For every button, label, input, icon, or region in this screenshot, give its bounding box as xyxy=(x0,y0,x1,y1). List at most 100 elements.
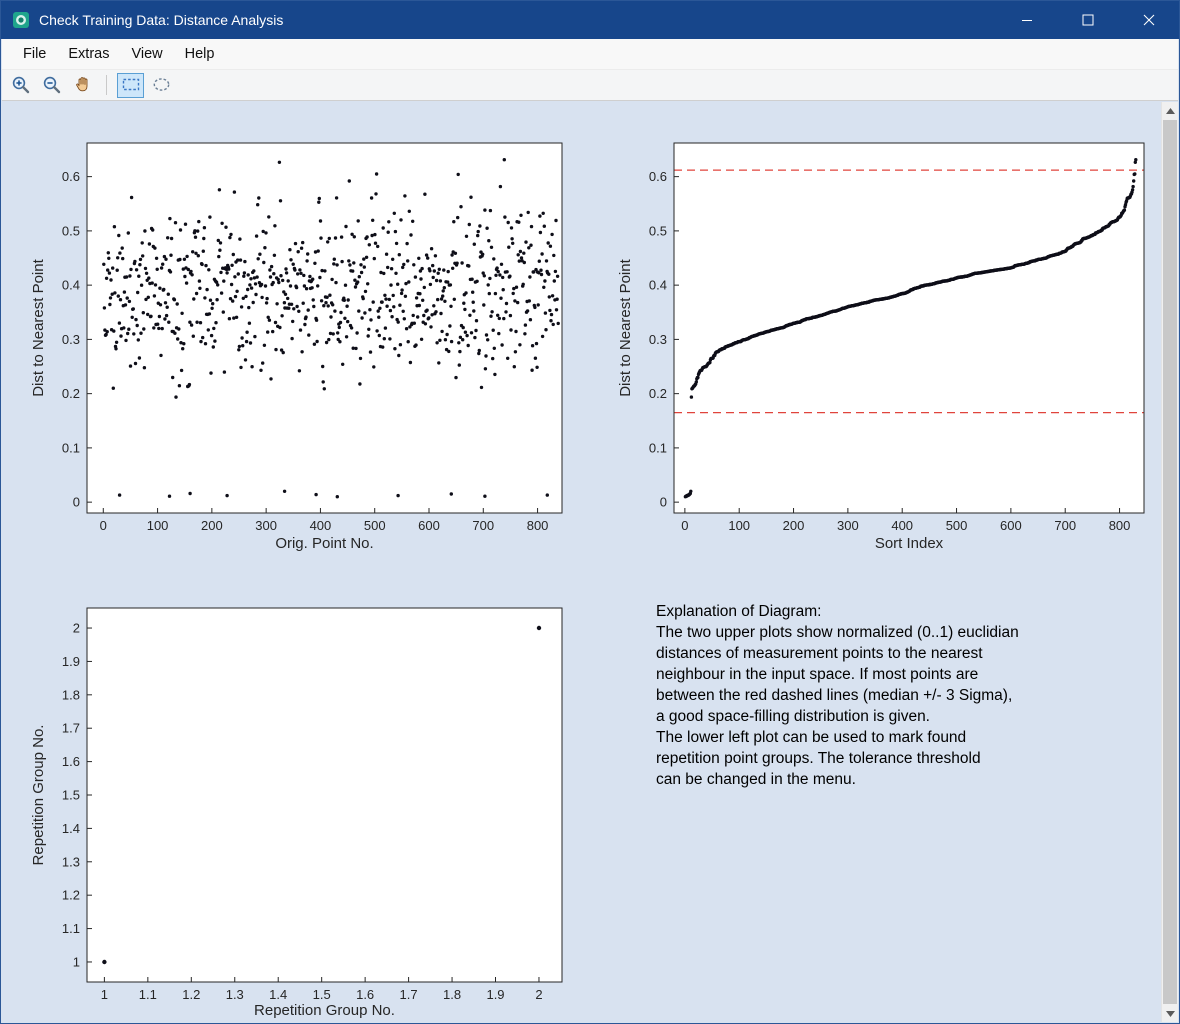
zoom-out-icon xyxy=(41,74,63,96)
rect-select-button[interactable] xyxy=(117,73,144,98)
svg-text:1.5: 1.5 xyxy=(313,987,331,1002)
title-bar[interactable]: Check Training Data: Distance Analysis xyxy=(1,1,1179,39)
svg-text:400: 400 xyxy=(891,518,913,533)
svg-text:0.3: 0.3 xyxy=(649,332,667,347)
plot-area xyxy=(674,143,1144,513)
svg-text:700: 700 xyxy=(1054,518,1076,533)
svg-text:0.1: 0.1 xyxy=(62,440,80,455)
svg-text:1.1: 1.1 xyxy=(139,987,157,1002)
x-axis-label: Orig. Point No. xyxy=(275,535,373,552)
svg-text:0.1: 0.1 xyxy=(649,440,667,455)
svg-text:600: 600 xyxy=(1000,518,1022,533)
plot-repetition-groups[interactable]: 1 1.1 1.2 1.3 1.4 1.5 1.6 1.7 1.8 1.9 2 1 1.1 1.2 1.3 1… xyxy=(27,568,577,1023)
minimize-icon xyxy=(1021,14,1033,26)
zoom-in-button[interactable] xyxy=(7,73,34,98)
close-icon xyxy=(1143,14,1155,26)
vertical-scrollbar[interactable] xyxy=(1161,102,1178,1022)
x-axis-label: Sort Index xyxy=(875,535,944,552)
svg-text:1.5: 1.5 xyxy=(62,788,80,803)
svg-text:0.4: 0.4 xyxy=(62,278,80,293)
svg-text:100: 100 xyxy=(728,518,750,533)
svg-text:1.8: 1.8 xyxy=(62,687,80,702)
svg-text:1: 1 xyxy=(101,987,108,1002)
menu-item-view[interactable]: View xyxy=(120,46,173,62)
window-title: Check Training Data: Distance Analysis xyxy=(39,12,283,28)
svg-text:1.8: 1.8 xyxy=(443,987,461,1002)
menu-bar: File Extras View Help xyxy=(2,39,1178,70)
svg-text:1.6: 1.6 xyxy=(62,754,80,769)
svg-text:500: 500 xyxy=(946,518,968,533)
pan-button[interactable] xyxy=(69,73,96,98)
svg-text:800: 800 xyxy=(527,518,549,533)
svg-text:1.6: 1.6 xyxy=(356,987,374,1002)
svg-text:1: 1 xyxy=(73,954,80,969)
svg-text:1.3: 1.3 xyxy=(62,854,80,869)
maximize-button[interactable] xyxy=(1057,1,1118,39)
svg-text:0: 0 xyxy=(681,518,688,533)
svg-text:1.7: 1.7 xyxy=(62,721,80,736)
svg-text:0.3: 0.3 xyxy=(62,332,80,347)
svg-text:800: 800 xyxy=(1109,518,1131,533)
svg-text:1.2: 1.2 xyxy=(182,987,200,1002)
minimize-button[interactable] xyxy=(996,1,1057,39)
scroll-up-button[interactable] xyxy=(1162,102,1178,119)
scrollbar-thumb[interactable] xyxy=(1163,120,1177,1004)
explanation-text: Explanation of Diagram: The two upper pl… xyxy=(656,601,1136,790)
svg-text:1.3: 1.3 xyxy=(226,987,244,1002)
svg-text:2: 2 xyxy=(535,987,542,1002)
y-axis-label: Dist to Nearest Point xyxy=(30,258,47,396)
menu-item-file[interactable]: File xyxy=(12,46,57,62)
svg-text:100: 100 xyxy=(147,518,169,533)
svg-text:200: 200 xyxy=(783,518,805,533)
ellipse-select-button[interactable] xyxy=(148,73,175,98)
app-icon xyxy=(12,11,30,29)
svg-text:0.6: 0.6 xyxy=(649,169,667,184)
plot-distance-vs-point[interactable]: 0 100 200 300 400 500 600 700 800 0 0.1 0.2 0.3 0.4 0.… xyxy=(27,105,577,575)
y-axis-label: Repetition Group No. xyxy=(30,725,47,866)
svg-text:1.9: 1.9 xyxy=(486,987,504,1002)
svg-text:0.6: 0.6 xyxy=(62,169,80,184)
svg-text:1.4: 1.4 xyxy=(269,987,287,1002)
svg-text:1.2: 1.2 xyxy=(62,888,80,903)
plot-distance-sorted[interactable]: 0 100 200 300 400 500 600 700 800 0 0.1 0.2 0.3 0.4 0.… xyxy=(610,105,1172,575)
window-controls xyxy=(996,1,1179,39)
y-axis-label: Dist to Nearest Point xyxy=(617,258,634,396)
ellipse-select-icon xyxy=(151,75,173,95)
svg-text:200: 200 xyxy=(201,518,223,533)
svg-text:1.4: 1.4 xyxy=(62,821,80,836)
x-axis-label: Repetition Group No. xyxy=(254,1002,395,1019)
maximize-icon xyxy=(1082,14,1094,26)
svg-text:0.5: 0.5 xyxy=(649,223,667,238)
close-button[interactable] xyxy=(1118,1,1179,39)
svg-text:0.2: 0.2 xyxy=(649,386,667,401)
svg-text:1.1: 1.1 xyxy=(62,921,80,936)
menu-item-extras[interactable]: Extras xyxy=(57,46,120,62)
zoom-out-button[interactable] xyxy=(38,73,65,98)
scroll-down-icon xyxy=(1166,1011,1175,1017)
svg-text:1.9: 1.9 xyxy=(62,654,80,669)
svg-text:0: 0 xyxy=(73,495,80,510)
svg-text:300: 300 xyxy=(837,518,859,533)
svg-text:1.7: 1.7 xyxy=(400,987,418,1002)
svg-text:0.5: 0.5 xyxy=(62,223,80,238)
svg-text:300: 300 xyxy=(255,518,277,533)
svg-text:0.2: 0.2 xyxy=(62,386,80,401)
menu-item-help[interactable]: Help xyxy=(174,46,226,62)
toolbar xyxy=(2,70,1178,101)
app-window: Check Training Data: Distance Analysis F… xyxy=(0,0,1180,1024)
svg-text:0.4: 0.4 xyxy=(649,278,667,293)
zoom-in-icon xyxy=(10,74,32,96)
scroll-up-icon xyxy=(1166,108,1175,114)
svg-text:500: 500 xyxy=(364,518,386,533)
toolbar-separator xyxy=(106,75,107,95)
svg-text:0: 0 xyxy=(100,518,107,533)
svg-text:600: 600 xyxy=(418,518,440,533)
svg-text:0: 0 xyxy=(660,495,667,510)
rect-select-icon xyxy=(120,75,142,95)
plot-area xyxy=(87,608,562,982)
svg-text:700: 700 xyxy=(472,518,494,533)
svg-text:2: 2 xyxy=(73,621,80,636)
pan-hand-icon xyxy=(72,74,94,96)
scroll-down-button[interactable] xyxy=(1162,1005,1178,1022)
svg-text:400: 400 xyxy=(310,518,332,533)
